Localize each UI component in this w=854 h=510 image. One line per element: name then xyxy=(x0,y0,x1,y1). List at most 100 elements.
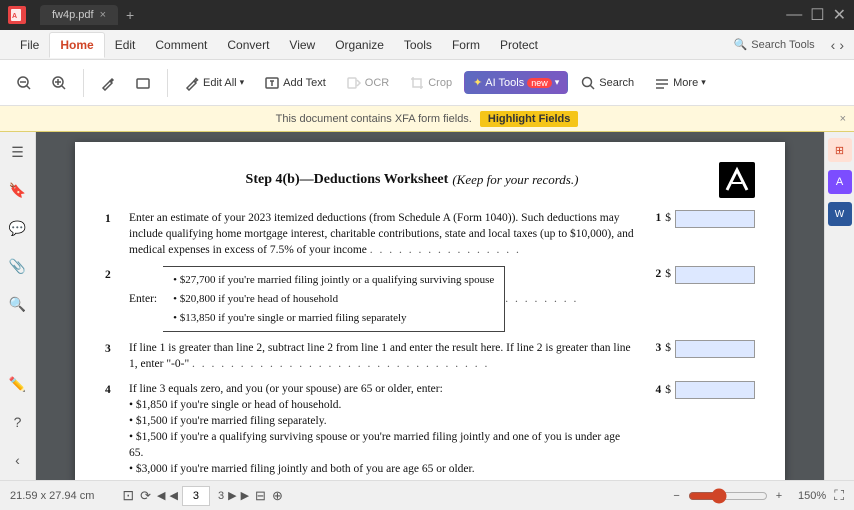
ribbon-tools[interactable]: Tools xyxy=(394,33,442,57)
zoom-out-btn[interactable] xyxy=(8,70,40,96)
line-num-1: 1 xyxy=(656,210,662,226)
dollar-box-2[interactable] xyxy=(675,266,755,284)
ribbon-file[interactable]: File xyxy=(10,33,49,57)
rect-btn[interactable] xyxy=(127,70,159,96)
select-icon[interactable]: ⊕ xyxy=(272,488,283,504)
crop-btn[interactable]: Crop xyxy=(401,70,460,96)
ocr-icon xyxy=(346,75,362,91)
row-content-1: Enter an estimate of your 2023 itemized … xyxy=(129,210,637,258)
row-content-2: Enter: • $27,700 if you're married filin… xyxy=(129,266,637,332)
nav-back-icon[interactable]: ‹ xyxy=(831,37,836,53)
ribbon-tabs: File Home Edit Comment Convert View Orga… xyxy=(0,30,854,60)
prev-page-btn[interactable]: ◀ xyxy=(157,489,165,502)
sidebar-attachment-icon[interactable]: 📎 xyxy=(4,252,32,280)
zoom-plus-icon[interactable]: + xyxy=(776,490,782,502)
page-input[interactable]: 3 xyxy=(182,486,210,506)
sidebar-bookmark-icon[interactable]: 🔖 xyxy=(4,176,32,204)
dollar-box-4[interactable] xyxy=(675,381,755,399)
status-left: 21.59 x 27.94 cm xyxy=(10,490,94,502)
rotate-icon[interactable]: ⟳ xyxy=(140,488,151,504)
zoom-group xyxy=(8,70,75,96)
ribbon-protect[interactable]: Protect xyxy=(490,33,548,57)
more-btn[interactable]: More ▾ xyxy=(646,70,714,96)
sidebar-help-icon[interactable]: ? xyxy=(4,408,32,436)
zoom-minus-icon[interactable]: − xyxy=(673,490,679,502)
maximize-icon: ☐ xyxy=(810,5,824,25)
page-nav: ◀ ◀ 3 3 ▶ ▶ xyxy=(157,486,249,506)
fit-page-icon[interactable]: ⊡ xyxy=(122,487,134,504)
ribbon-view[interactable]: View xyxy=(279,33,325,57)
pdf-area: Step 4(b)—Deductions Worksheet (Keep for… xyxy=(36,132,824,480)
edit-all-btn[interactable]: Edit All ▾ xyxy=(176,70,252,96)
row-right-3: 3 $ xyxy=(645,340,755,358)
ocr-btn[interactable]: OCR xyxy=(338,70,397,96)
tab-bar: fw4p.pdf × + xyxy=(40,3,142,27)
close-icon[interactable]: ✕ xyxy=(833,5,846,25)
row-content-3: If line 1 is greater than line 2, subtra… xyxy=(129,340,637,372)
sidebar-collapse-icon[interactable]: ‹ xyxy=(4,446,32,474)
sidebar-search-icon[interactable]: 🔍 xyxy=(4,290,32,318)
sidebar-comment-icon[interactable]: 💬 xyxy=(4,214,32,242)
adjust-icon[interactable]: ⊟ xyxy=(255,488,266,504)
right-word-icon[interactable]: W xyxy=(828,202,852,226)
ai-tools-label: AI Tools xyxy=(485,77,524,89)
new-tab-btn[interactable]: + xyxy=(118,3,142,27)
notification-bar: This document contains XFA form fields. … xyxy=(0,106,854,132)
pen-btn[interactable] xyxy=(92,70,124,96)
status-right: − + 150% ⛶ xyxy=(673,487,844,504)
pdf-row-4: 4 If line 3 equals zero, and you (or you… xyxy=(105,381,755,480)
sidebar-edit-icon[interactable]: ✏️ xyxy=(4,370,32,398)
pdf-logo xyxy=(719,162,755,198)
row-right-1: 1 $ xyxy=(645,210,755,228)
dollar-sign-2: $ xyxy=(665,266,671,282)
ai-tools-btn[interactable]: ✦ AI Tools new ▾ xyxy=(464,71,568,94)
pdf-row-2: 2 Enter: • $27,700 if you're married fil… xyxy=(105,266,755,332)
ribbon-form[interactable]: Form xyxy=(442,33,490,57)
title-bar-left: A fw4p.pdf × + xyxy=(8,3,142,27)
prev-page-btn2[interactable]: ◀ xyxy=(170,489,178,502)
svg-text:A: A xyxy=(12,13,17,20)
notification-close-btn[interactable]: × xyxy=(840,113,846,125)
edit-icon xyxy=(184,75,200,91)
dollar-box-3[interactable] xyxy=(675,340,755,358)
ribbon-home[interactable]: Home xyxy=(49,32,104,58)
toolbar: Edit All ▾ Add Text OCR Crop ✦ AI Tools … xyxy=(0,60,854,106)
add-text-label: Add Text xyxy=(283,77,326,89)
search-tools-label: Search Tools xyxy=(751,39,814,51)
add-text-icon xyxy=(264,75,280,91)
sidebar-thumbnail-icon[interactable]: ☰ xyxy=(4,138,32,166)
nav-fwd-icon[interactable]: › xyxy=(839,37,844,53)
highlight-fields-btn[interactable]: Highlight Fields xyxy=(480,111,579,127)
right-ai-icon[interactable]: A xyxy=(828,170,852,194)
row-content-4: If line 3 equals zero, and you (or your … xyxy=(129,381,637,480)
ribbon-organize[interactable]: Organize xyxy=(325,33,394,57)
tab-close-btn[interactable]: × xyxy=(100,9,106,21)
next-page-btn2[interactable]: ▶ xyxy=(241,489,249,502)
divider-2 xyxy=(167,69,168,97)
search-icon: 🔍 xyxy=(734,38,748,51)
fullscreen-icon[interactable]: ⛶ xyxy=(834,487,844,504)
pdf-header: Step 4(b)—Deductions Worksheet (Keep for… xyxy=(105,162,755,198)
next-page-btn[interactable]: ▶ xyxy=(228,489,236,502)
right-panel-icon[interactable]: ⊞ xyxy=(828,138,852,162)
bullet-1: • $27,700 if you're married filing joint… xyxy=(173,271,494,290)
row-right-4: 4 $ xyxy=(645,381,755,401)
zoom-slider[interactable] xyxy=(688,488,768,504)
ribbon-convert[interactable]: Convert xyxy=(217,33,279,57)
crop-icon xyxy=(409,75,425,91)
row-num-3: 3 xyxy=(105,340,121,357)
ai-tools-arrow: ▾ xyxy=(555,77,560,88)
bullet-3: • $13,850 if you're single or married fi… xyxy=(173,309,494,328)
add-text-btn[interactable]: Add Text xyxy=(256,70,334,96)
file-tab-label: fw4p.pdf xyxy=(52,9,94,21)
ai-star-icon: ✦ xyxy=(473,76,482,89)
zoom-in-icon xyxy=(51,75,67,91)
search-tools[interactable]: 🔍 Search Tools xyxy=(726,34,823,55)
search-btn[interactable]: Search xyxy=(572,70,642,96)
ribbon-comment[interactable]: Comment xyxy=(145,33,217,57)
file-tab[interactable]: fw4p.pdf × xyxy=(40,5,118,25)
zoom-in-btn[interactable] xyxy=(43,70,75,96)
ribbon-edit[interactable]: Edit xyxy=(105,33,146,57)
dollar-box-1[interactable] xyxy=(675,210,755,228)
app-icon: A xyxy=(8,6,26,24)
